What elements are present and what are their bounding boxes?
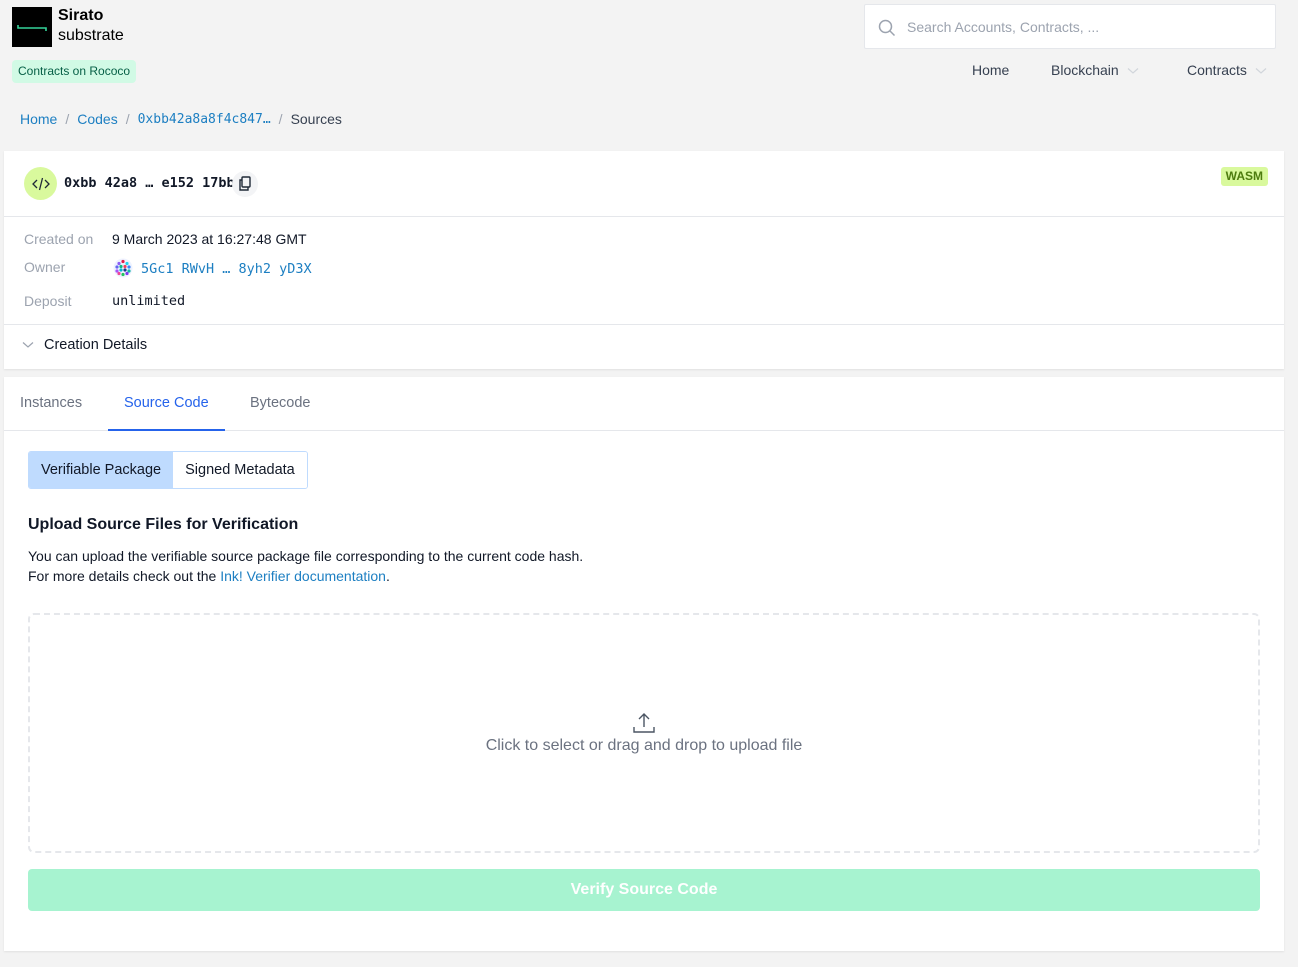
- breadcrumb-separator: /: [65, 111, 70, 127]
- breadcrumb: Home / Codes / 0xbb42a8a8f4c847… / Sourc…: [20, 111, 342, 127]
- code-hash: 0xbb 42a8 … e152 17bb: [64, 175, 235, 191]
- chevron-down-icon: [1127, 67, 1139, 74]
- logo-mark-icon: [17, 25, 47, 31]
- divider: [4, 324, 1284, 325]
- description-prefix: For more details check out the: [28, 568, 221, 584]
- segment-verifiable-package[interactable]: Verifiable Package: [29, 452, 174, 488]
- owner-identicon-icon: [113, 258, 133, 278]
- description-suffix: .: [385, 568, 390, 584]
- copy-hash-button[interactable]: [232, 171, 258, 197]
- creation-details-toggle[interactable]: Creation Details: [22, 337, 147, 353]
- tab-instances[interactable]: Instances: [4, 377, 98, 431]
- nav-blockchain[interactable]: Blockchain: [1051, 62, 1139, 78]
- copy-icon: [239, 176, 251, 191]
- upload-title: Upload Source Files for Verification: [28, 516, 299, 533]
- breadcrumb-current: Sources: [290, 111, 342, 127]
- owner-label: Owner: [24, 259, 66, 275]
- tab-bar: Instances Source Code Bytecode: [4, 377, 1284, 431]
- brand-subtitle: substrate: [58, 27, 124, 44]
- nav-home[interactable]: Home: [972, 62, 1009, 78]
- ink-verifier-docs-link[interactable]: Ink! Verifier documentation: [220, 568, 386, 584]
- nav-contracts[interactable]: Contracts: [1187, 62, 1267, 78]
- nav-contracts-label: Contracts: [1187, 62, 1247, 78]
- created-on-value: 9 March 2023 at 16:27:48 GMT: [112, 231, 307, 247]
- tab-source-code[interactable]: Source Code: [108, 377, 225, 431]
- search-box[interactable]: [864, 4, 1276, 49]
- upload-description: You can upload the verifiable source pac…: [28, 546, 583, 586]
- verify-source-code-button[interactable]: Verify Source Code: [28, 869, 1260, 911]
- dropzone-text: Click to select or drag and drop to uplo…: [485, 737, 803, 754]
- description-line-2: For more details check out the Ink! Veri…: [28, 566, 583, 586]
- nav-blockchain-label: Blockchain: [1051, 62, 1119, 78]
- tab-bytecode[interactable]: Bytecode: [234, 377, 326, 431]
- segment-signed-metadata[interactable]: Signed Metadata: [173, 452, 307, 488]
- search-input[interactable]: [905, 5, 1265, 48]
- code-icon: [24, 167, 57, 200]
- created-on-label: Created on: [24, 231, 94, 247]
- owner-address-link[interactable]: 5Gc1 RWvH … 8yh2 yD3X: [141, 261, 312, 277]
- creation-details-label: Creation Details: [44, 337, 148, 353]
- breadcrumb-separator: /: [125, 111, 130, 127]
- breadcrumb-codes[interactable]: Codes: [77, 111, 117, 127]
- deposit-label: Deposit: [24, 293, 72, 309]
- breadcrumb-home[interactable]: Home: [20, 111, 57, 127]
- network-badge: Contracts on Rococo: [12, 60, 137, 83]
- brand-title: Sirato: [58, 7, 104, 24]
- nav-home-label: Home: [972, 62, 1010, 78]
- code-summary-card: 0xbb 42a8 … e152 17bb WASM Created on 9 …: [4, 151, 1284, 369]
- divider: [4, 216, 1284, 217]
- logo[interactable]: [12, 7, 52, 47]
- breadcrumb-code-hash[interactable]: 0xbb42a8a8f4c847…: [138, 112, 271, 127]
- file-dropzone[interactable]: Click to select or drag and drop to uplo…: [28, 613, 1260, 853]
- source-type-toggle: Verifiable Package Signed Metadata: [28, 451, 308, 489]
- breadcrumb-separator: /: [278, 111, 283, 127]
- description-line-1: You can upload the verifiable source pac…: [28, 548, 584, 564]
- code-tabs-card: Instances Source Code Bytecode Verifiabl…: [4, 377, 1284, 951]
- deposit-value: unlimited: [112, 293, 186, 309]
- upload-icon: [633, 713, 655, 733]
- chevron-down-icon: [1255, 67, 1267, 74]
- wasm-badge: WASM: [1220, 167, 1268, 186]
- chevron-down-icon: [22, 342, 34, 348]
- search-icon: [878, 19, 896, 37]
